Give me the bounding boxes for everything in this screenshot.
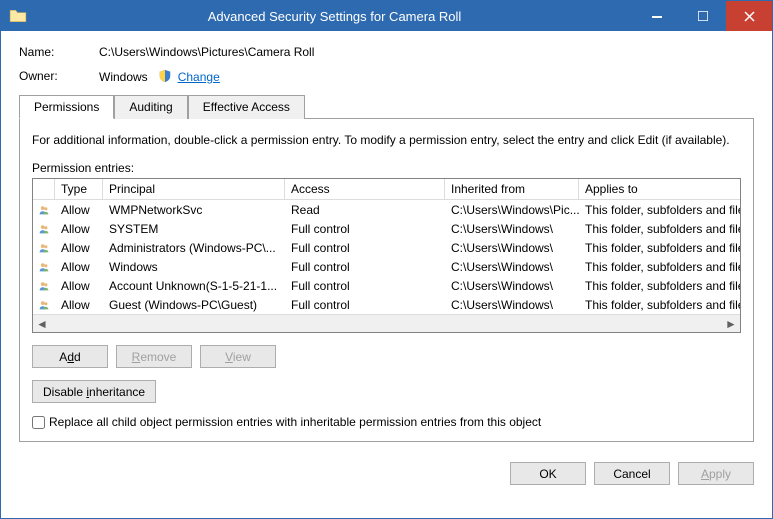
cell-principal: Administrators (Windows-PC\... bbox=[103, 240, 285, 256]
cell-applies: This folder, subfolders and files bbox=[579, 259, 740, 275]
cell-inherited: C:\Users\Windows\ bbox=[445, 240, 579, 256]
cell-applies: This folder, subfolders and files bbox=[579, 202, 740, 218]
owner-label: Owner: bbox=[19, 69, 99, 84]
change-owner-link[interactable]: Change bbox=[178, 70, 220, 84]
cell-applies: This folder, subfolders and files bbox=[579, 240, 740, 256]
cell-access: Full control bbox=[285, 297, 445, 313]
tab-panel: For additional information, double-click… bbox=[19, 119, 754, 442]
cell-access: Read bbox=[285, 202, 445, 218]
ok-button[interactable]: OK bbox=[510, 462, 586, 485]
cell-access: Full control bbox=[285, 278, 445, 294]
table-row[interactable]: AllowAdministrators (Windows-PC\...Full … bbox=[33, 238, 740, 257]
cell-type: Allow bbox=[55, 202, 103, 218]
replace-entries-label: Replace all child object permission entr… bbox=[49, 415, 541, 429]
table-row[interactable]: AllowGuest (Windows-PC\Guest)Full contro… bbox=[33, 295, 740, 314]
minimize-button[interactable] bbox=[634, 1, 680, 31]
folder-icon bbox=[7, 5, 29, 27]
user-icon bbox=[33, 296, 55, 314]
table-row[interactable]: AllowAccount Unknown(S-1-5-21-1...Full c… bbox=[33, 276, 740, 295]
user-icon bbox=[33, 201, 55, 219]
close-button[interactable] bbox=[726, 1, 772, 31]
remove-button[interactable]: Remove bbox=[116, 345, 192, 368]
name-value: C:\Users\Windows\Pictures\Camera Roll bbox=[99, 45, 314, 59]
tab-auditing[interactable]: Auditing bbox=[114, 95, 187, 119]
add-button[interactable]: Add bbox=[32, 345, 108, 368]
info-text: For additional information, double-click… bbox=[32, 133, 741, 147]
scroll-left-icon[interactable]: ◄ bbox=[35, 317, 49, 331]
cell-inherited: C:\Users\Windows\ bbox=[445, 297, 579, 313]
entries-label: Permission entries: bbox=[32, 161, 741, 175]
tab-effective-access[interactable]: Effective Access bbox=[188, 95, 305, 119]
shield-icon bbox=[158, 69, 172, 83]
titlebar[interactable]: Advanced Security Settings for Camera Ro… bbox=[1, 1, 772, 31]
horizontal-scrollbar[interactable]: ◄ ► bbox=[33, 314, 740, 332]
footer: OK Cancel Apply bbox=[1, 452, 772, 499]
user-icon bbox=[33, 239, 55, 257]
user-icon bbox=[33, 277, 55, 295]
cell-applies: This folder, subfolders and files bbox=[579, 297, 740, 313]
name-label: Name: bbox=[19, 45, 99, 59]
column-inherited[interactable]: Inherited from bbox=[445, 179, 579, 199]
table-row[interactable]: AllowWMPNetworkSvcReadC:\Users\Windows\P… bbox=[33, 200, 740, 219]
scroll-right-icon[interactable]: ► bbox=[724, 317, 738, 331]
column-applies[interactable]: Applies to bbox=[579, 179, 740, 199]
permission-table: Type Principal Access Inherited from App… bbox=[32, 178, 741, 333]
table-row[interactable]: AllowSYSTEMFull controlC:\Users\Windows\… bbox=[33, 219, 740, 238]
cell-type: Allow bbox=[55, 221, 103, 237]
view-button[interactable]: View bbox=[200, 345, 276, 368]
cell-applies: This folder, subfolders and files bbox=[579, 278, 740, 294]
cell-access: Full control bbox=[285, 240, 445, 256]
owner-value: Windows bbox=[99, 70, 148, 84]
cell-type: Allow bbox=[55, 259, 103, 275]
table-row[interactable]: AllowWindowsFull controlC:\Users\Windows… bbox=[33, 257, 740, 276]
column-icon[interactable] bbox=[33, 179, 55, 199]
cell-access: Full control bbox=[285, 259, 445, 275]
user-icon bbox=[33, 258, 55, 276]
cell-principal: Windows bbox=[103, 259, 285, 275]
cell-access: Full control bbox=[285, 221, 445, 237]
cancel-button[interactable]: Cancel bbox=[594, 462, 670, 485]
maximize-button[interactable] bbox=[680, 1, 726, 31]
cell-inherited: C:\Users\Windows\ bbox=[445, 278, 579, 294]
column-access[interactable]: Access bbox=[285, 179, 445, 199]
tab-permissions[interactable]: Permissions bbox=[19, 95, 114, 119]
cell-applies: This folder, subfolders and files bbox=[579, 221, 740, 237]
apply-button[interactable]: Apply bbox=[678, 462, 754, 485]
cell-type: Allow bbox=[55, 297, 103, 313]
tabs: Permissions Auditing Effective Access bbox=[19, 94, 754, 119]
cell-inherited: C:\Users\Windows\ bbox=[445, 259, 579, 275]
cell-type: Allow bbox=[55, 278, 103, 294]
window-title: Advanced Security Settings for Camera Ro… bbox=[35, 9, 634, 24]
column-principal[interactable]: Principal bbox=[103, 179, 285, 199]
replace-entries-checkbox[interactable] bbox=[32, 416, 45, 429]
cell-type: Allow bbox=[55, 240, 103, 256]
user-icon bbox=[33, 220, 55, 238]
disable-inheritance-button[interactable]: Disable inheritance bbox=[32, 380, 156, 403]
column-type[interactable]: Type bbox=[55, 179, 103, 199]
cell-principal: Guest (Windows-PC\Guest) bbox=[103, 297, 285, 313]
cell-principal: WMPNetworkSvc bbox=[103, 202, 285, 218]
cell-principal: SYSTEM bbox=[103, 221, 285, 237]
table-header: Type Principal Access Inherited from App… bbox=[33, 179, 740, 200]
cell-inherited: C:\Users\Windows\Pic... bbox=[445, 202, 579, 218]
cell-inherited: C:\Users\Windows\ bbox=[445, 221, 579, 237]
cell-principal: Account Unknown(S-1-5-21-1... bbox=[103, 278, 285, 294]
